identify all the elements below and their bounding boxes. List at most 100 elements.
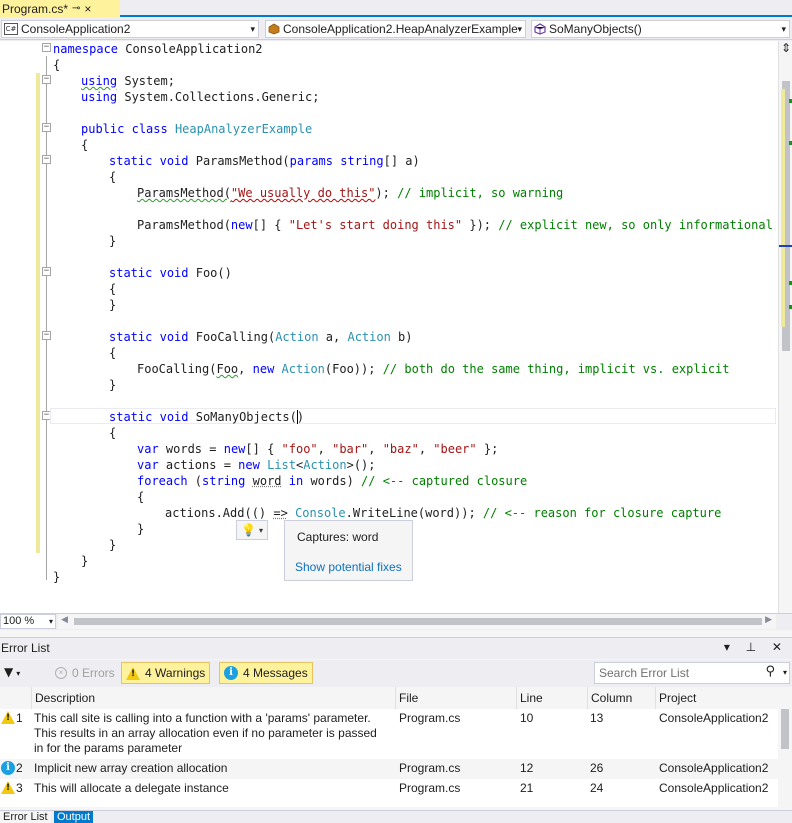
tool-window-tabs: Error List Output: [0, 810, 792, 823]
filter-dropdown[interactable]: ▼ ▾: [4, 665, 20, 679]
code-line-3: using System;: [81, 74, 175, 88]
split-editor-icon[interactable]: ⇕: [780, 41, 792, 57]
code-line-4: using System.Collections.Generic;: [81, 90, 320, 104]
code-line-13: }: [109, 234, 117, 248]
column-line[interactable]: Line: [516, 687, 587, 709]
show-potential-fixes-link[interactable]: Show potential fixes: [295, 560, 402, 574]
change-tracking-bar: [36, 73, 40, 553]
scrollbar-thumb[interactable]: [781, 709, 789, 749]
row-column: 24: [590, 781, 604, 795]
code-line-17: }: [109, 298, 117, 312]
csharp-project-icon: C#: [4, 23, 18, 35]
project-dropdown[interactable]: C# ConsoleApplication2 ▾: [1, 20, 259, 38]
project-dropdown-label: ConsoleApplication2: [21, 22, 131, 36]
column-project[interactable]: Project: [655, 687, 778, 709]
scroll-right-icon[interactable]: ▶: [765, 614, 772, 625]
document-tab-strip: Program.cs* ⊸ ×: [0, 0, 792, 17]
code-line-12: ParamsMethod(new[] { "Let's start doing …: [137, 218, 773, 232]
chevron-down-icon[interactable]: ▾: [783, 668, 787, 677]
pin-icon[interactable]: ⊸: [72, 3, 80, 14]
row-description: This call site is calling into a functio…: [34, 711, 377, 755]
search-error-list-input[interactable]: Search Error List ⚲ ▾: [594, 662, 790, 684]
code-line-29: {: [137, 490, 145, 504]
table-row[interactable]: 3 This will allocate a delegate instance…: [0, 779, 778, 799]
warnings-filter-button[interactable]: 4 Warnings: [121, 662, 211, 684]
change-marker: [781, 89, 785, 327]
scroll-left-icon[interactable]: ◀: [61, 614, 68, 625]
tab-error-list[interactable]: Error List: [0, 811, 51, 823]
text-caret: [297, 410, 298, 424]
chevron-down-icon: ▾: [16, 669, 21, 678]
scrollbar-thumb[interactable]: [74, 618, 762, 625]
panel-title: Error List: [1, 641, 50, 655]
collapse-namespace-icon[interactable]: −: [42, 43, 51, 52]
chevron-down-icon: ▾: [781, 24, 786, 34]
navigation-bar: C# ConsoleApplication2 ▾ ConsoleApplicat…: [0, 19, 792, 40]
captures-text: Captures: word: [297, 530, 379, 544]
error-list-scrollbar[interactable]: [778, 687, 792, 807]
info-icon: i: [224, 666, 238, 680]
search-placeholder: Search Error List: [599, 666, 690, 680]
code-line-7: {: [81, 138, 89, 152]
caret-position-marker: [779, 245, 792, 247]
code-line-30: actions.Add(() => Console.WriteLine(word…: [165, 506, 722, 520]
row-line: 21: [520, 781, 534, 795]
errors-filter-button[interactable]: × 0 Errors: [50, 662, 120, 684]
row-project: ConsoleApplication2: [659, 781, 769, 795]
collapse-params-method-icon[interactable]: −: [42, 155, 51, 164]
row-column: 13: [590, 711, 604, 725]
search-icon[interactable]: ⚲: [765, 664, 775, 679]
zoom-level: 100 %: [3, 615, 35, 627]
lightbulb-button[interactable]: 💡 ▾: [236, 520, 268, 540]
warning-icon: [126, 666, 140, 680]
row-number: 3: [16, 781, 23, 795]
chevron-down-icon: ▾: [48, 617, 53, 626]
code-line-27: var actions = new List<Action>();: [137, 458, 376, 472]
panel-window-controls[interactable]: ▾ ⊥ ✕: [724, 640, 788, 654]
row-line: 10: [520, 711, 534, 725]
collapse-foo-calling-icon[interactable]: −: [42, 331, 51, 340]
code-line-6: public class HeapAnalyzerExample: [81, 122, 313, 136]
row-number: 2: [16, 761, 23, 775]
code-line-32: }: [109, 538, 117, 552]
table-row[interactable]: 1 This call site is calling into a funct…: [0, 709, 778, 759]
type-dropdown[interactable]: ConsoleApplication2.HeapAnalyzerExample …: [265, 20, 526, 38]
error-list-rows: 1 This call site is calling into a funct…: [0, 709, 778, 807]
editor-horizontal-scrollbar[interactable]: ◀ ▶: [58, 614, 776, 629]
code-line-2: {: [53, 58, 61, 72]
chevron-down-icon: ▾: [258, 525, 263, 535]
error-list-header: Description File Line Column Project: [0, 687, 778, 709]
member-dropdown[interactable]: SoManyObjects() ▾: [531, 20, 790, 38]
collapse-usings-icon[interactable]: −: [42, 75, 51, 84]
code-line-21: FooCalling(Foo, new Action(Foo)); // bot…: [137, 362, 730, 376]
tab-output[interactable]: Output: [54, 811, 94, 823]
warning-icon: [1, 711, 15, 724]
tab-program-cs[interactable]: Program.cs* ⊸ ×: [0, 0, 120, 17]
row-project: ConsoleApplication2: [659, 711, 769, 725]
warnings-count: 4 Warnings: [145, 666, 206, 680]
close-icon[interactable]: ×: [84, 2, 91, 16]
code-line-19: static void FooCalling(Action a, Action …: [109, 330, 413, 344]
editor-vertical-scrollbar[interactable]: ⇕: [778, 41, 792, 613]
column-description[interactable]: Description: [31, 687, 395, 709]
row-project: ConsoleApplication2: [659, 761, 769, 775]
messages-filter-button[interactable]: i 4 Messages: [219, 662, 313, 684]
collapse-class-icon[interactable]: −: [42, 123, 51, 132]
lightbulb-icon: 💡: [241, 523, 256, 537]
error-list-toolbar: ▼▾ × 0 Errors 4 Warnings i 4 Messages Se…: [0, 660, 792, 687]
messages-count: 4 Messages: [243, 666, 308, 680]
code-line-1: namespace ConsoleApplication2: [53, 42, 263, 56]
class-icon: [268, 23, 280, 35]
code-line-31: }: [137, 522, 145, 536]
row-line: 12: [520, 761, 534, 775]
code-line-8: static void ParamsMethod(params string[]…: [109, 154, 420, 168]
column-file[interactable]: File: [395, 687, 516, 709]
column-column[interactable]: Column: [587, 687, 655, 709]
table-row[interactable]: i 2 Implicit new array creation allocati…: [0, 759, 778, 779]
panel-title-bar: Error List ▾ ⊥ ✕: [0, 637, 792, 659]
zoom-dropdown[interactable]: 100 % ▾: [0, 614, 56, 629]
chevron-down-icon: ▾: [517, 24, 522, 34]
quick-info-popup: Captures: word Show potential fixes: [284, 520, 413, 581]
row-file: Program.cs: [399, 711, 461, 725]
collapse-foo-icon[interactable]: −: [42, 267, 51, 276]
